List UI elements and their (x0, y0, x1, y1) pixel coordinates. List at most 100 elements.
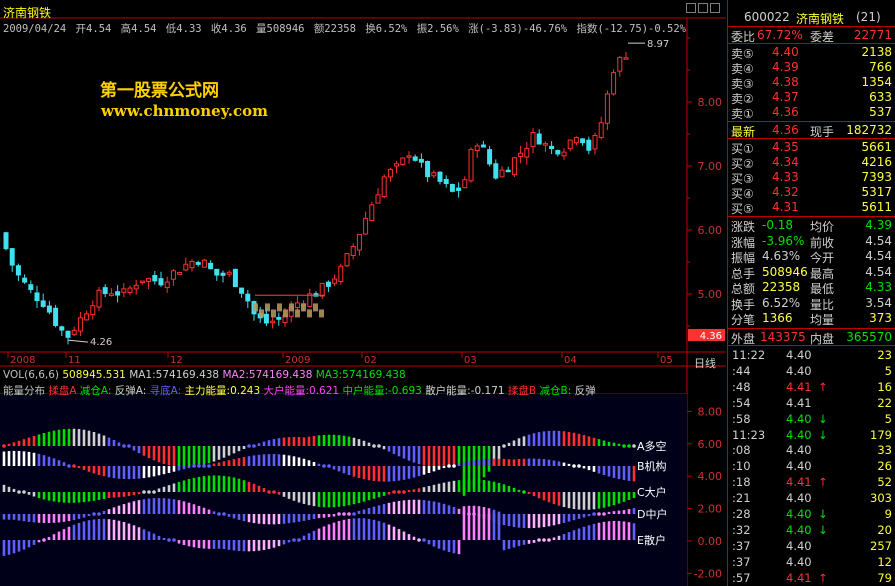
stat-label: 量比 (810, 297, 835, 312)
tick-direction: ↓ (818, 507, 828, 521)
candle-body (22, 277, 28, 283)
stat-value: -0.18 (762, 218, 794, 232)
info-volume: 量508946 (256, 23, 305, 35)
tick-time: :32 (732, 522, 751, 537)
restore-icon[interactable] (686, 3, 696, 13)
ind-item: 中户能量:-0.693 (342, 385, 422, 397)
tick-volume: 179 (870, 427, 892, 442)
price-axis-label: 6.00 (698, 224, 723, 237)
tick-row: :08 4.40 33 (728, 443, 894, 458)
highlight-box (289, 303, 294, 312)
tick-time: :54 (732, 395, 751, 410)
ind-dot (372, 444, 376, 448)
ind-dot (522, 490, 526, 494)
period-button[interactable]: 日线 (694, 355, 716, 371)
inner-value: 365570 (846, 330, 892, 344)
ind-series-label: C大户 (637, 485, 667, 499)
ind-item: 大户能量:0.621 (263, 385, 340, 397)
stat-value: 4.54 (865, 233, 892, 248)
stat-value: 4.63% (762, 249, 801, 263)
candle-body (511, 157, 517, 176)
ask-row: 卖② 4.37 633 (728, 90, 894, 106)
ind-dot (422, 538, 426, 542)
tick-volume: 52 (877, 475, 892, 490)
date-label: 02 (364, 355, 377, 366)
tick-price: 4.40 (786, 554, 812, 569)
window-buttons[interactable] (686, 3, 724, 15)
candle-body (549, 145, 555, 150)
tick-time: :37 (732, 538, 751, 553)
ind-dot (172, 538, 176, 542)
candle-body (245, 293, 251, 302)
candle-body (338, 265, 344, 282)
ind-item: 主力能量:0.243 (184, 385, 261, 397)
ask-volume: 1354 (861, 75, 892, 89)
tick-price: 4.40 (786, 538, 812, 553)
bid-volume: 7393 (861, 170, 892, 184)
ind-dot (572, 464, 576, 468)
candle-body (394, 163, 400, 167)
bid-price: 4.32 (772, 185, 799, 199)
ask-price: 4.40 (772, 45, 799, 59)
candle-body (344, 253, 350, 267)
candle-body (431, 172, 437, 177)
ind-dot (352, 512, 356, 516)
candle-body (598, 122, 604, 138)
tick-volume: 257 (870, 538, 892, 553)
tick-volume: 5 (884, 363, 892, 378)
stat-label: 涨跌 (731, 220, 756, 234)
ask-price: 4.37 (772, 90, 799, 104)
ind-dot (292, 538, 296, 542)
close-icon[interactable] (710, 3, 720, 13)
bid-volume: 5661 (861, 140, 892, 154)
stat-label: 涨幅 (731, 235, 756, 250)
ask-row: 卖① 4.36 537 (728, 105, 894, 121)
ask-row: 卖④ 4.39 766 (728, 60, 894, 76)
outer-value: 143375 (760, 330, 806, 344)
price-axis-label: 5.00 (698, 288, 723, 301)
ask-price: 4.36 (772, 105, 799, 119)
last-price: 4.36 (772, 123, 799, 137)
bid-volume: 4216 (861, 155, 892, 169)
candle-body (164, 281, 170, 289)
candle-body (77, 317, 83, 332)
ind-dot (97, 512, 101, 516)
candle-body (220, 272, 226, 276)
stat-value: 1366 (762, 311, 793, 325)
stat-row: 总额 22358 最低 4.33 (728, 280, 894, 296)
candle-body (418, 158, 424, 163)
stat-value: 3.54 (865, 295, 892, 310)
candle-body (468, 148, 474, 182)
candle-body (276, 316, 282, 320)
tick-direction: ↑ (818, 570, 828, 585)
candle-body (34, 292, 40, 302)
ratio-value: 67.72% (757, 28, 803, 42)
candle-body (102, 287, 108, 295)
stat-value: -3.96% (762, 233, 805, 248)
candle-body (53, 307, 59, 326)
highlight-box (277, 303, 282, 312)
tick-price: 4.41 (786, 379, 812, 394)
tick-row: :37 4.40 12 (728, 555, 894, 570)
chart-area[interactable]: 8.00 7.00 6.00 5.00 4.36 2008 11 12 2009 02 03 04 05… (0, 0, 726, 586)
watermark-url: www.chnmoney.com (101, 102, 268, 120)
tick-row: :32 4.40 ↓ 20 (728, 523, 894, 538)
ind-dot (327, 464, 331, 468)
maximize-icon[interactable] (698, 3, 708, 13)
tick-time: :08 (732, 443, 751, 458)
tick-row: :37 4.40 257 (728, 539, 894, 554)
candle-body (617, 56, 623, 72)
date-label: 03 (464, 355, 477, 366)
tick-price: 4.40 (786, 348, 812, 362)
ind-dot (502, 444, 506, 448)
candle-body (65, 330, 71, 338)
bid-price: 4.35 (772, 140, 799, 154)
ind-dot (72, 464, 76, 468)
stat-row: 分笔 1366 均量 373 (728, 311, 894, 327)
ind-item: 反弹A: (114, 385, 147, 397)
highlight-box (283, 309, 288, 318)
stat-label: 最高 (810, 266, 835, 281)
ask-label: 卖① (731, 107, 754, 121)
candle-body (108, 293, 114, 297)
ask-volume: 537 (869, 105, 892, 119)
